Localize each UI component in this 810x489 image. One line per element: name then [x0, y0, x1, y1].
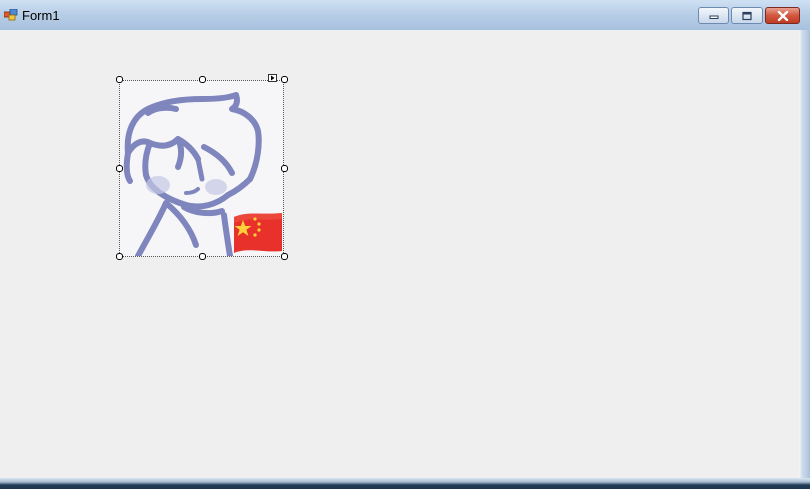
china-flag-icon [234, 213, 282, 253]
close-icon [777, 10, 788, 21]
smart-tag-arrow-icon [271, 75, 275, 81]
window-bottom-border[interactable] [0, 478, 810, 489]
close-button[interactable] [765, 7, 800, 24]
maximize-button[interactable] [731, 7, 763, 24]
window-right-border[interactable] [799, 30, 810, 482]
form-window: Form1 [0, 0, 810, 489]
form-client-area[interactable] [0, 30, 799, 478]
resize-handle-left[interactable] [116, 165, 123, 172]
smart-tag-button[interactable] [268, 74, 277, 82]
resize-handle-bottom-left[interactable] [116, 253, 123, 260]
minimize-button[interactable] [698, 7, 729, 24]
picture-box[interactable] [119, 80, 284, 257]
resize-handle-top-left[interactable] [116, 76, 123, 83]
minimize-icon [709, 15, 718, 19]
resize-handle-top-right[interactable] [281, 76, 288, 83]
app-icon [4, 9, 18, 21]
window-title: Form1 [22, 8, 60, 23]
title-bar[interactable]: Form1 [0, 0, 810, 30]
resize-handle-bottom-right[interactable] [281, 253, 288, 260]
resize-handle-bottom[interactable] [199, 253, 206, 260]
resize-handle-top[interactable] [199, 76, 206, 83]
resize-handle-right[interactable] [281, 165, 288, 172]
maximize-icon [742, 11, 752, 20]
